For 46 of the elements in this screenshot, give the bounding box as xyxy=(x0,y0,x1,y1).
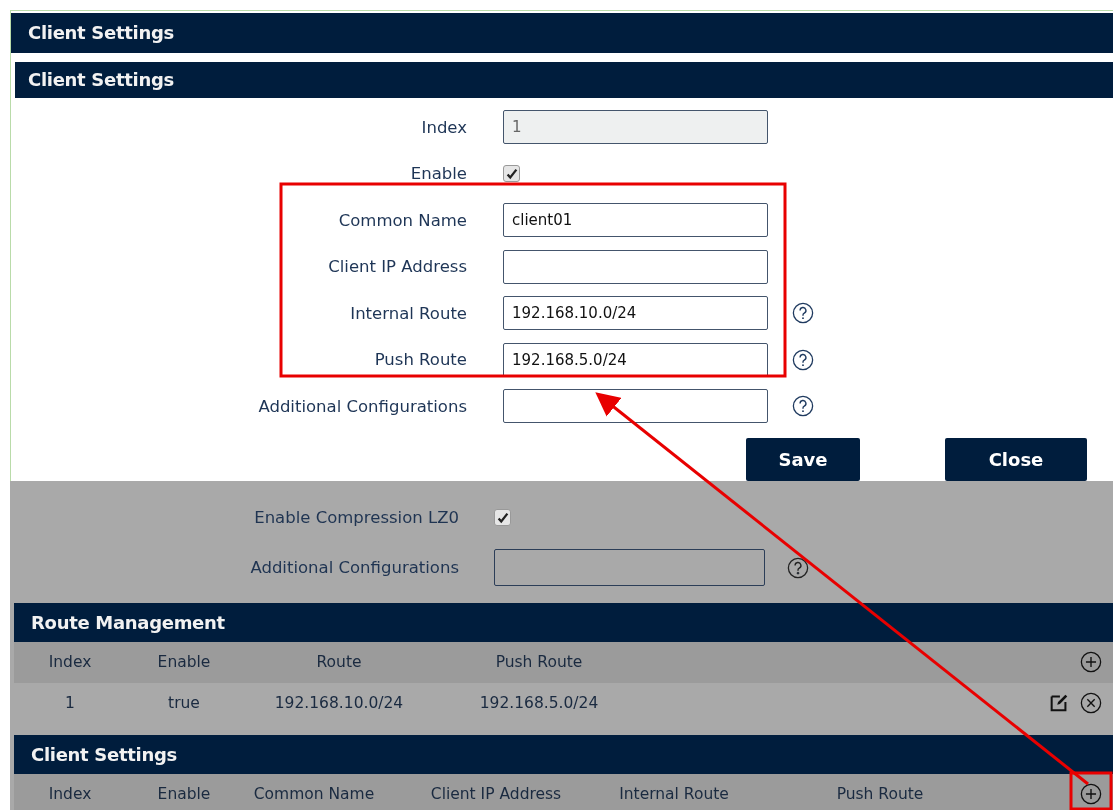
checkbox[interactable] xyxy=(503,165,520,183)
column-header: Push Route xyxy=(835,785,925,803)
field-label: Client IP Address xyxy=(327,257,467,277)
field-label: Additional Configurations xyxy=(249,558,459,577)
help-icon[interactable] xyxy=(787,556,809,579)
field-label: Enable Compression LZ0 xyxy=(253,508,459,527)
column-header: Index xyxy=(47,653,93,671)
section-header: Route Management xyxy=(14,602,1113,642)
section-header: Client Settings xyxy=(11,13,1113,53)
table-cell-text: 192.168.5.0/24 xyxy=(478,694,600,712)
input-field[interactable] xyxy=(503,389,768,424)
column-header: Client IP Address xyxy=(429,785,563,803)
input-field[interactable]: 192.168.10.0/24 xyxy=(503,296,768,331)
table-cell-text: 192.168.10.0/24 xyxy=(273,694,405,712)
column-header: Index xyxy=(47,785,93,803)
column-header: Enable xyxy=(156,653,212,671)
table-cell-text: true xyxy=(167,694,201,712)
checkbox[interactable] xyxy=(494,509,511,526)
delete-icon[interactable] xyxy=(1080,692,1102,714)
help-icon[interactable] xyxy=(792,302,814,325)
input-field[interactable] xyxy=(503,249,768,284)
field-label: Index xyxy=(420,117,467,137)
add-icon[interactable] xyxy=(1080,651,1102,673)
dialog-button[interactable]: Close xyxy=(945,437,1087,481)
input-field[interactable] xyxy=(494,549,765,586)
help-icon[interactable] xyxy=(792,348,814,371)
section-header: Client Settings xyxy=(14,734,1113,774)
field-label: Push Route xyxy=(373,350,467,370)
dialog-title: Client Settings xyxy=(15,62,1113,98)
field-label: Enable xyxy=(409,164,467,184)
column-header: Common Name xyxy=(252,785,376,803)
column-header: Push Route xyxy=(494,653,584,671)
column-header: Enable xyxy=(156,785,212,803)
column-header: Internal Route xyxy=(618,785,730,803)
dialog-button[interactable]: Save xyxy=(746,437,860,481)
table-cell-text: 1 xyxy=(64,694,76,712)
edit-icon[interactable] xyxy=(1048,692,1070,714)
input-field[interactable]: client01 xyxy=(503,203,768,238)
field-label: Internal Route xyxy=(349,303,467,323)
field-label: Additional Configurations xyxy=(257,396,467,416)
help-icon[interactable] xyxy=(792,395,814,418)
highlight-frame xyxy=(1069,771,1113,810)
input-field[interactable]: 192.168.5.0/24 xyxy=(503,342,768,377)
column-header: Route xyxy=(315,653,363,671)
add-icon[interactable] xyxy=(1080,783,1102,805)
field-label: Common Name xyxy=(337,210,467,230)
